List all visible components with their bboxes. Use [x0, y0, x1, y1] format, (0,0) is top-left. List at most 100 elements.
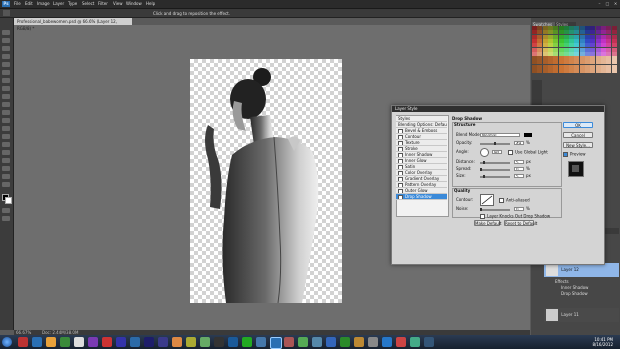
- opacity-slider-knob[interactable]: [494, 142, 496, 145]
- angle-dial-icon[interactable]: [480, 148, 489, 157]
- pen-tool-icon[interactable]: [2, 142, 10, 147]
- close-icon[interactable]: ✕: [612, 1, 619, 6]
- global-light-checkbox[interactable]: Use Global Light: [508, 150, 548, 155]
- gradient-tool-icon[interactable]: [2, 118, 10, 123]
- document-canvas[interactable]: [190, 59, 342, 303]
- eyedropper-tool-icon[interactable]: [2, 70, 10, 75]
- opacity-slider[interactable]: [480, 142, 510, 145]
- move-tool-icon[interactable]: [2, 30, 10, 35]
- preview-checkbox[interactable]: Preview: [563, 152, 586, 157]
- taskbar-app-icon[interactable]: [172, 337, 182, 347]
- quick-select-tool-icon[interactable]: [2, 54, 10, 59]
- layer-effect-drop-shadow[interactable]: Drop Shadow: [561, 292, 588, 296]
- path-select-tool-icon[interactable]: [2, 158, 10, 163]
- color-swatch[interactable]: [542, 69, 548, 73]
- clone-tool-icon[interactable]: [2, 94, 10, 99]
- taskbar-app-icon[interactable]: [144, 337, 154, 347]
- style-item-drop-shadow[interactable]: Drop Shadow: [396, 194, 447, 200]
- crop-tool-icon[interactable]: [2, 62, 10, 67]
- checkbox-icon[interactable]: [398, 176, 403, 181]
- checkbox-icon[interactable]: [398, 164, 403, 169]
- color-swatch[interactable]: [606, 69, 612, 73]
- blend-mode-select[interactable]: Normal: [480, 133, 520, 137]
- brush-tool-icon[interactable]: [2, 86, 10, 91]
- layer-effect-inner-shadow[interactable]: Inner Shadow: [561, 286, 588, 290]
- taskbar-app-icon[interactable]: [242, 337, 252, 347]
- color-swatch[interactable]: [553, 69, 559, 73]
- maximize-icon[interactable]: □: [604, 1, 611, 6]
- new-style-button[interactable]: New Style...: [563, 142, 593, 148]
- move-tool-icon[interactable]: [3, 10, 10, 16]
- taskbar-app-icon[interactable]: [326, 337, 336, 347]
- minimize-icon[interactable]: –: [596, 1, 603, 6]
- ok-button[interactable]: OK: [563, 122, 593, 128]
- reset-default-button[interactable]: Reset to Default: [504, 220, 537, 226]
- document-tab[interactable]: Professional_babewomen.psd @ 66.6% (Laye…: [14, 18, 132, 31]
- color-swatch[interactable]: [595, 69, 601, 73]
- color-swatch[interactable]: [569, 69, 575, 73]
- taskbar-app-icon[interactable]: [46, 337, 56, 347]
- taskbar-app-icon[interactable]: [214, 337, 224, 347]
- knockout-checkbox[interactable]: Layer Knocks Out Drop Shadow: [480, 214, 550, 219]
- contour-picker[interactable]: [480, 194, 494, 206]
- eraser-tool-icon[interactable]: [2, 110, 10, 115]
- start-button-icon[interactable]: [2, 337, 12, 347]
- taskbar-app-icon[interactable]: [200, 337, 210, 347]
- layer-row-selected[interactable]: Layer 12: [544, 263, 619, 277]
- size-slider[interactable]: [480, 175, 510, 178]
- history-brush-tool-icon[interactable]: [2, 102, 10, 107]
- lasso-tool-icon[interactable]: [2, 46, 10, 51]
- taskbar-app-icon[interactable]: [284, 337, 294, 347]
- checkbox-icon[interactable]: [398, 170, 403, 175]
- blur-tool-icon[interactable]: [2, 126, 10, 131]
- color-swatch[interactable]: [590, 69, 596, 73]
- checkbox-icon[interactable]: [480, 214, 485, 219]
- taskbar-app-icon[interactable]: [116, 337, 126, 347]
- size-field[interactable]: 5: [514, 174, 524, 178]
- checkbox-icon[interactable]: [398, 134, 403, 139]
- taskbar-app-icon[interactable]: [130, 337, 140, 347]
- taskbar-app-icon[interactable]: [382, 337, 392, 347]
- noise-slider[interactable]: [480, 208, 510, 211]
- menu-type[interactable]: Type: [68, 1, 77, 7]
- taskbar-app-icon[interactable]: [396, 337, 406, 347]
- noise-field[interactable]: 0: [514, 207, 524, 211]
- menu-filter[interactable]: Filter: [98, 1, 108, 7]
- spread-slider-knob[interactable]: [480, 168, 482, 171]
- color-swatch[interactable]: [537, 69, 543, 73]
- taskbar-app-icon[interactable]: [18, 337, 28, 347]
- dialog-title[interactable]: Layer Style: [392, 106, 604, 112]
- menu-image[interactable]: Image: [37, 1, 50, 7]
- taskbar-photoshop-icon[interactable]: [270, 337, 282, 349]
- menu-window[interactable]: Window: [126, 1, 142, 7]
- color-swatch[interactable]: [611, 69, 617, 73]
- swatches-grid[interactable]: [532, 26, 618, 74]
- color-swatch[interactable]: [532, 69, 537, 73]
- color-swatch[interactable]: [563, 69, 569, 73]
- noise-slider-knob[interactable]: [480, 208, 482, 211]
- taskbar-app-icon[interactable]: [186, 337, 196, 347]
- checkbox-icon[interactable]: [508, 150, 513, 155]
- taskbar-app-icon[interactable]: [354, 337, 364, 347]
- taskbar-app-icon[interactable]: [424, 337, 434, 347]
- angle-field[interactable]: 90: [492, 150, 502, 154]
- dodge-tool-icon[interactable]: [2, 134, 10, 139]
- taskbar-app-icon[interactable]: [88, 337, 98, 347]
- taskbar-app-icon[interactable]: [228, 337, 238, 347]
- taskbar-app-icon[interactable]: [368, 337, 378, 347]
- menu-help[interactable]: Help: [146, 1, 155, 7]
- checkbox-checked-icon[interactable]: [398, 194, 403, 199]
- menu-layer[interactable]: Layer: [53, 1, 64, 7]
- size-slider-knob[interactable]: [483, 175, 485, 178]
- type-tool-icon[interactable]: [2, 150, 10, 155]
- cancel-button[interactable]: Cancel: [563, 132, 593, 138]
- taskbar-app-icon[interactable]: [158, 337, 168, 347]
- anti-aliased-checkbox[interactable]: Anti-aliased: [499, 198, 530, 203]
- spread-slider[interactable]: [480, 168, 510, 171]
- menu-view[interactable]: View: [113, 1, 123, 7]
- color-swatch[interactable]: [600, 69, 606, 73]
- checkbox-icon[interactable]: [398, 140, 403, 145]
- shadow-color-swatch[interactable]: [524, 133, 532, 137]
- color-swatch[interactable]: [558, 69, 564, 73]
- taskbar-app-icon[interactable]: [60, 337, 70, 347]
